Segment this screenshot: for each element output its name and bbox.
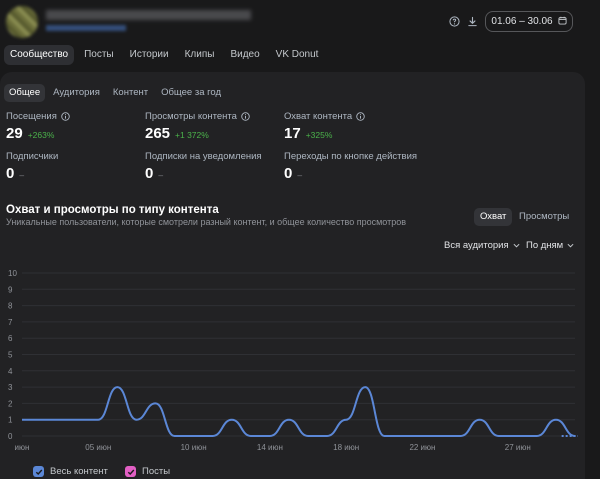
stat-value: 17: [284, 125, 301, 142]
audience-dropdown-label: Вся аудитория: [444, 240, 509, 251]
stat-delta: +325%: [305, 130, 333, 140]
x-tick-label: 22 июн: [409, 443, 435, 452]
stat-notification-subs: Подписки на уведомления 0–: [145, 151, 262, 182]
chart-subtitle: Уникальные пользователи, которые смотрел…: [6, 217, 407, 227]
subtab-general[interactable]: Общее: [4, 84, 46, 102]
tab-clips[interactable]: Клипы: [179, 45, 221, 65]
toggle-reach[interactable]: Охват: [474, 208, 513, 226]
x-tick-label: 18 июн: [333, 443, 359, 452]
tab-stories[interactable]: Истории: [124, 45, 175, 65]
y-axis-ticks: 0 1 2 3 4 5 6 7 8 9 10: [8, 269, 17, 441]
legend-item-posts[interactable]: Посты: [125, 466, 170, 477]
y-tick-label: 10: [8, 269, 17, 278]
stat-value: 0: [6, 165, 15, 182]
y-tick-label: 0: [8, 432, 13, 441]
main-tabs: Сообщество Посты Истории Клипы Видео VK …: [4, 44, 328, 66]
x-tick-label: 05 июн: [85, 443, 111, 452]
period-dropdown-label: По дням: [526, 240, 564, 251]
x-axis-ticks: июн 05 июн 10 июн 14 июн 18 июн 22 июн 27 июн: [15, 443, 531, 452]
stat-value: 0: [284, 165, 293, 182]
stat-action-clicks: Переходы по кнопке действия 0–: [284, 151, 417, 182]
stat-label: Просмотры контента: [145, 111, 237, 122]
stat-delta: +1 372%: [175, 130, 209, 140]
y-tick-label: 5: [8, 351, 13, 360]
chevron-down-icon: [567, 240, 574, 251]
help-icon[interactable]: [448, 15, 460, 27]
stat-visits: Посещения 29 +263%: [6, 111, 70, 142]
x-tick-label: июн: [15, 443, 30, 452]
stat-content-reach: Охват контента 17 +325%: [284, 111, 365, 142]
stat-content-views: Просмотры контента 265 +1 372%: [145, 111, 250, 142]
y-tick-label: 1: [8, 416, 13, 425]
legend-label: Весь контент: [50, 466, 108, 477]
download-icon[interactable]: [466, 15, 478, 27]
date-range-button[interactable]: 01.06 – 30.06: [485, 11, 573, 32]
audience-dropdown[interactable]: Вся аудитория: [444, 240, 520, 251]
chart-title: Охват и просмотры по типу контента: [6, 204, 219, 216]
checkbox-icon[interactable]: [125, 466, 136, 477]
subtab-content[interactable]: Контент: [108, 84, 153, 102]
tab-community[interactable]: Сообщество: [4, 45, 75, 65]
stat-delta: –: [158, 170, 164, 180]
y-tick-label: 7: [8, 318, 13, 327]
stat-label: Подписки на уведомления: [145, 151, 262, 162]
info-icon[interactable]: [356, 112, 365, 121]
stat-delta: –: [297, 170, 303, 180]
tab-video[interactable]: Видео: [224, 45, 265, 65]
community-avatar[interactable]: [6, 6, 38, 38]
info-icon[interactable]: [61, 112, 70, 121]
chart-series: [21, 386, 578, 437]
stat-label: Охват контента: [284, 111, 353, 122]
subtab-audience[interactable]: Аудитория: [48, 84, 105, 102]
community-name-blurred: [46, 10, 251, 20]
legend-label: Посты: [142, 466, 171, 477]
chevron-down-icon: [513, 240, 520, 251]
y-tick-label: 9: [8, 285, 13, 294]
stat-label: Посещения: [6, 111, 57, 122]
stat-label: Переходы по кнопке действия: [284, 151, 418, 162]
tab-posts[interactable]: Посты: [78, 45, 120, 65]
series-line-all-content: [21, 386, 576, 437]
stat-value: 29: [6, 125, 23, 142]
y-tick-label: 8: [8, 302, 13, 311]
stat-delta: +263%: [27, 130, 55, 140]
period-dropdown[interactable]: По дням: [526, 240, 574, 251]
page-header: 01.06 – 30.06: [0, 0, 600, 40]
tab-vk-donut[interactable]: VK Donut: [270, 45, 325, 65]
stat-value: 0: [145, 165, 154, 182]
y-tick-label: 4: [8, 367, 13, 376]
x-tick-label: 27 июн: [505, 443, 531, 452]
x-tick-label: 10 июн: [181, 443, 207, 452]
date-range-label: 01.06 – 30.06: [491, 16, 553, 27]
subtab-year[interactable]: Общее за год: [156, 84, 226, 102]
calendar-icon: [558, 16, 567, 28]
reach-line-chart: 0 1 2 3 4 5 6 7 8 9 10 июн 05 июн 10 июн 14 июн 18 июн…: [8, 269, 578, 452]
sub-tabs: Общее Аудитория Контент Общее за год: [4, 84, 229, 102]
y-tick-label: 3: [8, 383, 13, 392]
community-link-blurred[interactable]: [46, 25, 126, 31]
checkbox-icon[interactable]: [33, 466, 44, 477]
y-tick-label: 6: [8, 334, 13, 343]
info-icon[interactable]: [241, 112, 250, 121]
x-tick-label: 14 июн: [257, 443, 283, 452]
toggle-views[interactable]: Просмотры: [513, 208, 575, 226]
stat-subscribers: Подписчики 0–: [6, 151, 58, 182]
legend-item-all-content[interactable]: Весь контент: [33, 466, 108, 477]
stat-value: 265: [145, 125, 171, 142]
stat-label: Подписчики: [6, 151, 59, 162]
stat-delta: –: [19, 170, 25, 180]
y-tick-label: 2: [8, 399, 13, 408]
